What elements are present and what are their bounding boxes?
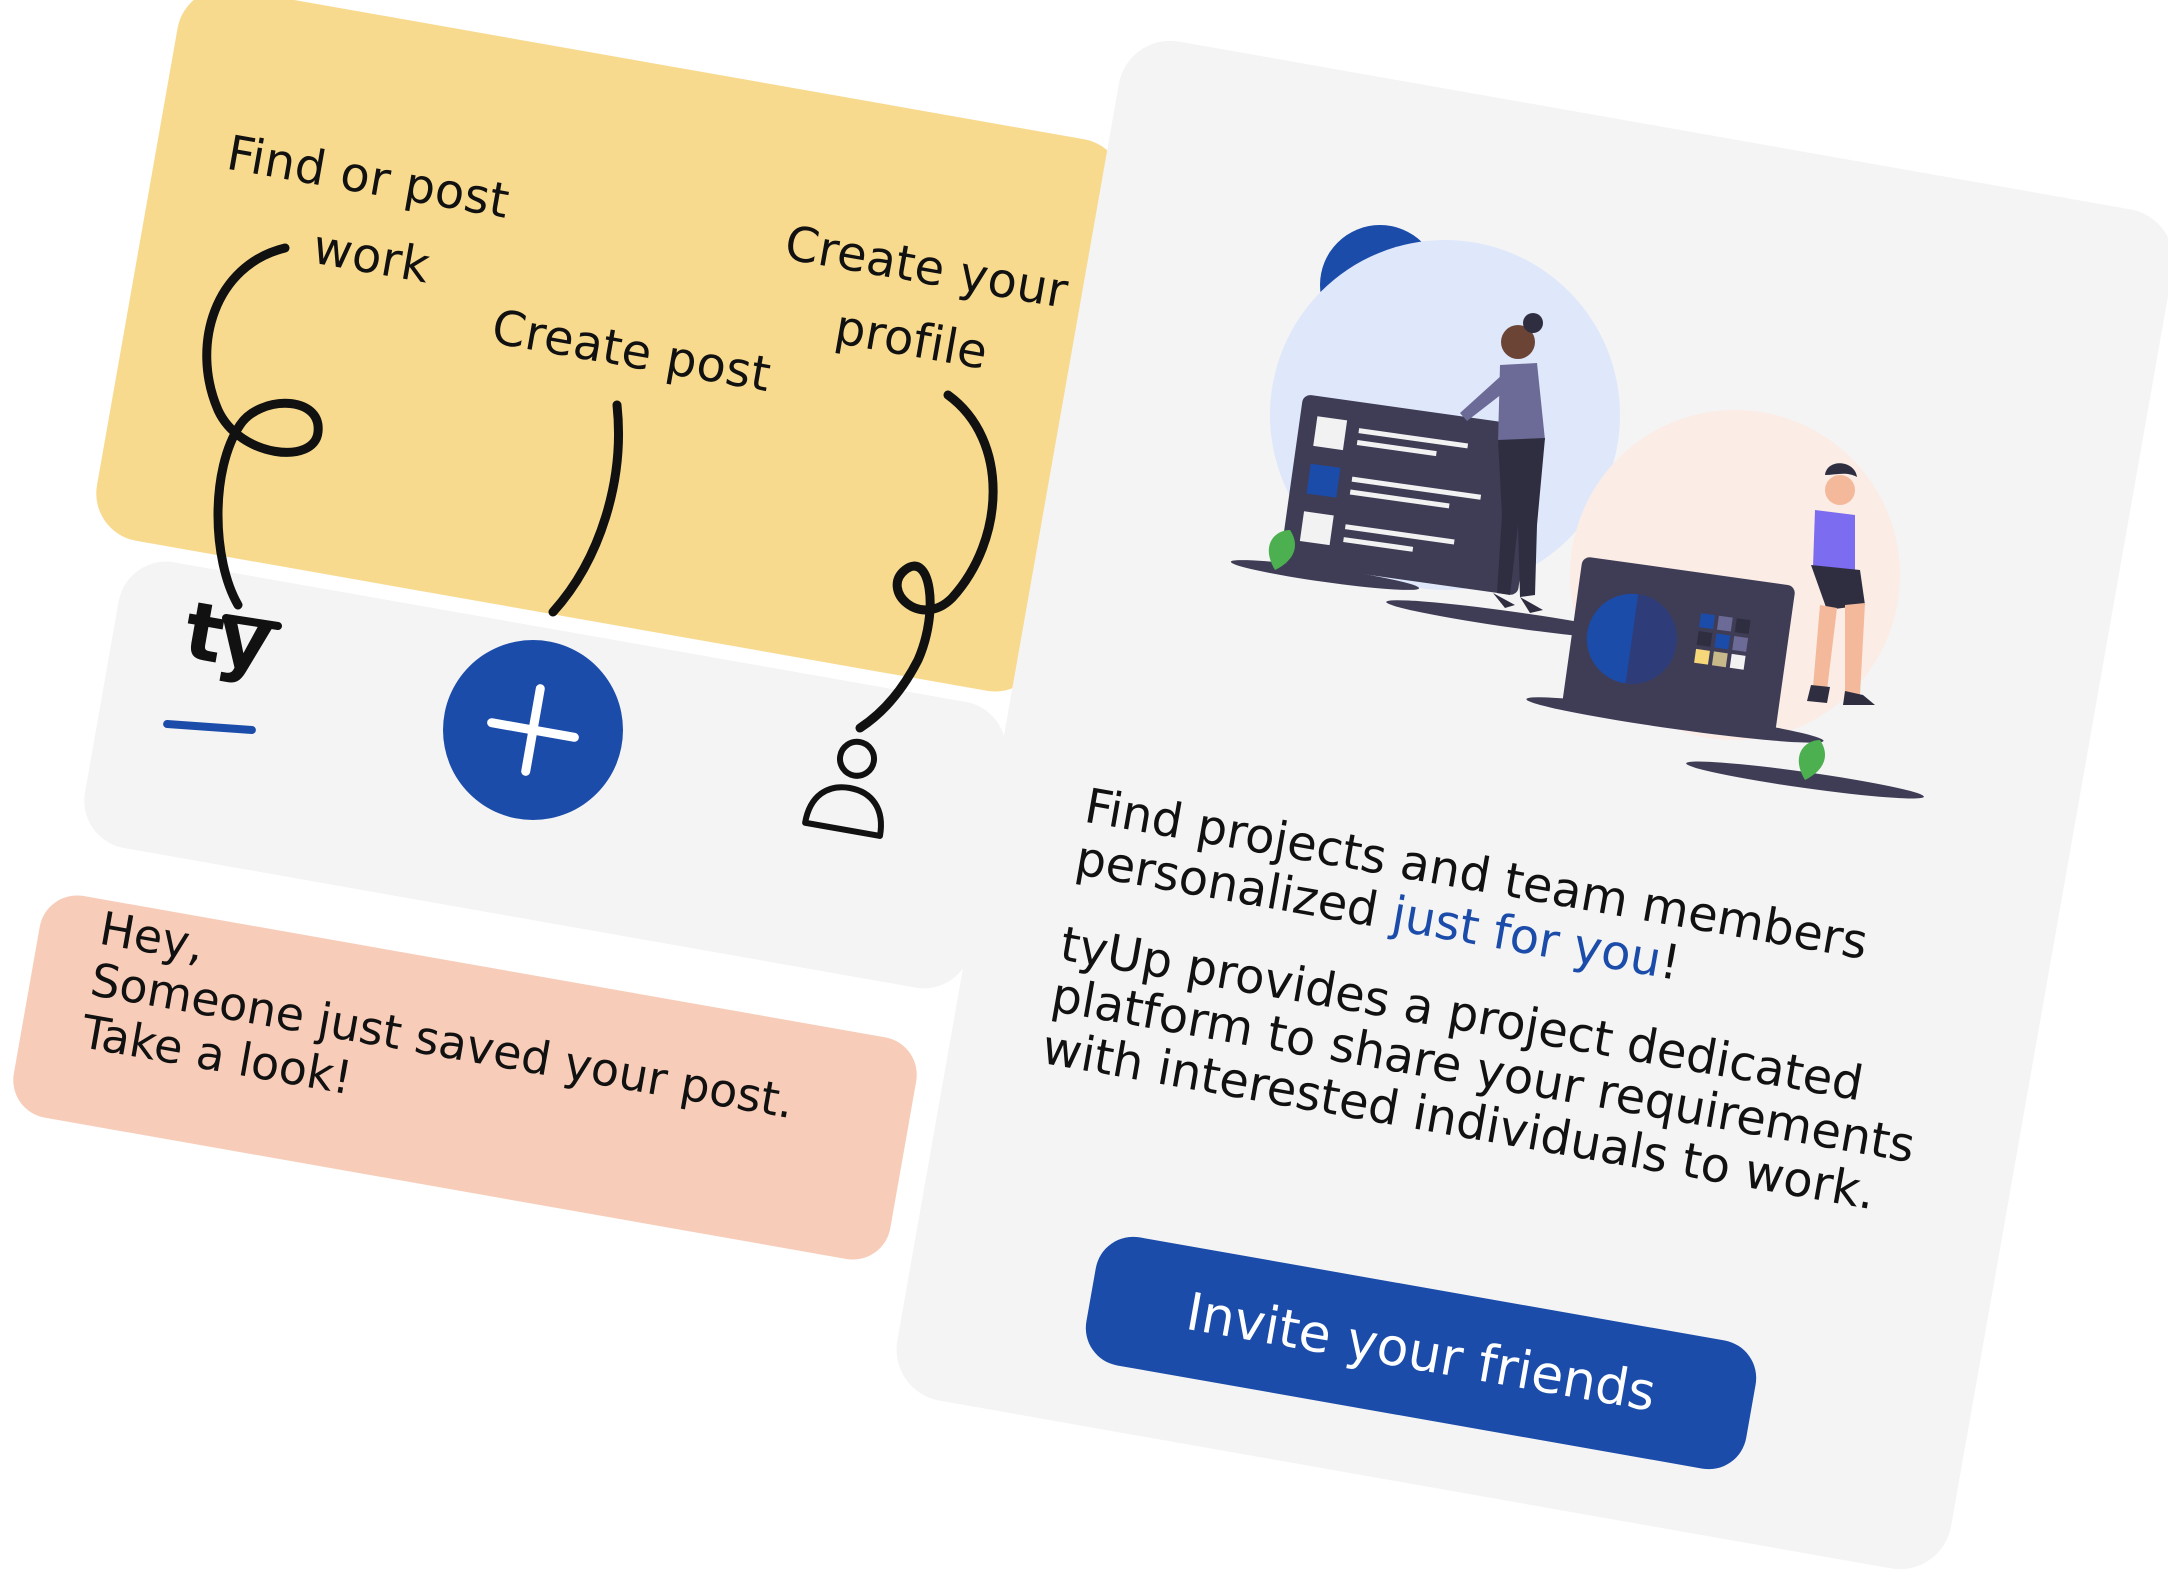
team-collaboration-illustration	[1230, 225, 1924, 799]
plus-icon	[487, 684, 579, 776]
user-icon[interactable]	[800, 732, 900, 842]
home-logo-icon[interactable]: ty	[178, 584, 275, 690]
create-post-button[interactable]	[443, 640, 623, 820]
logo-text: ty	[177, 583, 275, 690]
logo-macron-icon	[222, 614, 282, 630]
